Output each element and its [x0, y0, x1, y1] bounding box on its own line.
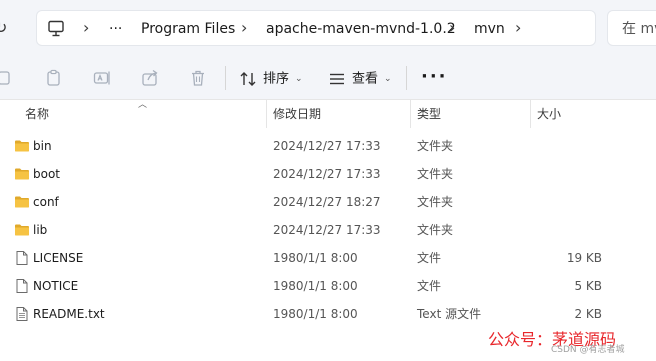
- view-label: 查看: [352, 71, 379, 87]
- rename-icon[interactable]: [92, 68, 112, 88]
- search-placeholder: 在 mv: [622, 21, 656, 37]
- breadcrumb-chevron-icon[interactable]: ›: [515, 17, 521, 39]
- file-name: NOTICE: [33, 279, 79, 293]
- chevron-down-icon: ⌄: [384, 74, 392, 84]
- folder-icon: [14, 194, 30, 210]
- list-item[interactable]: lib 2024/12/27 17:33 文件夹: [0, 216, 656, 244]
- breadcrumb-ellipsis[interactable]: ···: [109, 19, 122, 39]
- paste-icon[interactable]: [44, 68, 64, 88]
- file-type: 文件夹: [417, 167, 454, 181]
- file-date: 1980/1/1 8:00: [273, 279, 358, 293]
- more-options-button[interactable]: ···: [421, 68, 448, 86]
- chevron-down-icon: ⌄: [295, 74, 303, 84]
- column-divider[interactable]: [410, 100, 411, 128]
- address-bar[interactable]: › ··· Program Files › apache-maven-mvnd-…: [36, 10, 596, 46]
- view-list-icon: [328, 70, 346, 88]
- list-item[interactable]: LICENSE 1980/1/1 8:00 文件 19 KB: [0, 244, 656, 272]
- file-type: 文件夹: [417, 195, 454, 209]
- sort-label: 排序: [263, 71, 290, 87]
- column-header-row: ︿ 名称 修改日期 类型 大小: [0, 100, 656, 128]
- file-name: LICENSE: [33, 251, 84, 265]
- share-icon[interactable]: [140, 68, 160, 88]
- list-item[interactable]: conf 2024/12/27 18:27 文件夹: [0, 188, 656, 216]
- copy-icon[interactable]: [0, 68, 14, 88]
- list-item[interactable]: boot 2024/12/27 17:33 文件夹: [0, 160, 656, 188]
- file-type: 文件: [417, 251, 442, 265]
- file-date: 1980/1/1 8:00: [273, 307, 358, 321]
- file-size: 2 KB: [574, 307, 602, 321]
- file-date: 2024/12/27 18:27: [273, 195, 381, 209]
- breadcrumb-chevron-icon[interactable]: ›: [241, 17, 247, 39]
- file-name: README.txt: [33, 307, 105, 321]
- file-type: 文件: [417, 279, 442, 293]
- file-name: lib: [33, 223, 48, 237]
- file-size: 19 KB: [566, 251, 602, 265]
- view-button[interactable]: 查看 ⌄: [328, 66, 392, 92]
- column-header-type[interactable]: 类型: [417, 106, 441, 122]
- file-type: 文件夹: [417, 139, 454, 153]
- file-date: 2024/12/27 17:33: [273, 139, 381, 153]
- file-name: boot: [33, 167, 61, 181]
- list-item[interactable]: bin 2024/12/27 17:33 文件夹: [0, 132, 656, 160]
- file-type: 文件夹: [417, 223, 454, 237]
- sort-ascending-icon: ︿: [138, 100, 148, 110]
- text-file-icon: [14, 306, 30, 322]
- breadcrumb-chevron-icon[interactable]: ›: [83, 17, 89, 39]
- column-divider[interactable]: [530, 100, 531, 128]
- breadcrumb-program-files[interactable]: Program Files: [141, 19, 235, 39]
- column-header-size[interactable]: 大小: [537, 106, 561, 122]
- breadcrumb-mvn[interactable]: mvn: [474, 19, 505, 39]
- breadcrumb-chevron-icon[interactable]: ›: [449, 17, 455, 39]
- folder-icon: [14, 138, 30, 154]
- file-icon: [14, 278, 30, 294]
- sort-icon: [239, 70, 257, 88]
- delete-icon[interactable]: [188, 68, 208, 88]
- toolbar-divider: [406, 66, 407, 90]
- list-item[interactable]: README.txt 1980/1/1 8:00 Text 源文件 2 KB: [0, 300, 656, 328]
- file-date: 1980/1/1 8:00: [273, 251, 358, 265]
- breadcrumb-maven-folder[interactable]: apache-maven-mvnd-1.0.2: [266, 19, 456, 39]
- list-item[interactable]: NOTICE 1980/1/1 8:00 文件 5 KB: [0, 272, 656, 300]
- refresh-icon[interactable]: ↻: [0, 19, 12, 37]
- folder-icon: [14, 222, 30, 238]
- toolbar-divider: [225, 66, 226, 90]
- file-date: 2024/12/27 17:33: [273, 167, 381, 181]
- file-name: conf: [33, 195, 59, 209]
- column-header-date[interactable]: 修改日期: [273, 106, 321, 122]
- file-type: Text 源文件: [417, 307, 482, 321]
- column-divider[interactable]: [266, 100, 267, 128]
- file-name: bin: [33, 139, 52, 153]
- folder-icon: [14, 166, 30, 182]
- command-bar: 排序 ⌄ 查看 ⌄ ···: [0, 58, 656, 100]
- search-box[interactable]: 在 mv: [607, 10, 656, 46]
- address-bar-area: ↻ › ··· Program Files › apache-maven-mvn…: [0, 0, 656, 58]
- file-date: 2024/12/27 17:33: [273, 223, 381, 237]
- sort-button[interactable]: 排序 ⌄: [239, 66, 303, 92]
- computer-icon[interactable]: [47, 20, 67, 38]
- file-size: 5 KB: [574, 279, 602, 293]
- column-header-name[interactable]: 名称: [25, 106, 49, 122]
- file-icon: [14, 250, 30, 266]
- csdn-watermark: CSDN @有志者城: [551, 345, 625, 355]
